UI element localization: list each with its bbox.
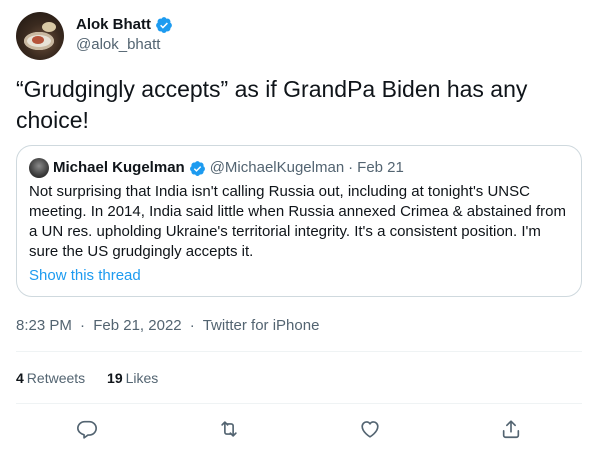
quoted-author-display-name: Michael Kugelman bbox=[53, 159, 185, 176]
author-handle[interactable]: @alok_bhatt bbox=[76, 35, 173, 55]
likes-count: 19 bbox=[107, 370, 123, 386]
verified-badge-icon bbox=[189, 160, 205, 176]
verified-badge-icon bbox=[156, 17, 172, 33]
tweet-date[interactable]: Feb 21, 2022 bbox=[93, 317, 181, 334]
quoted-author-avatar bbox=[29, 158, 49, 178]
show-thread-link[interactable]: Show this thread bbox=[29, 266, 141, 286]
author-display-name[interactable]: Alok Bhatt bbox=[76, 15, 151, 35]
separator-dot: · bbox=[348, 159, 354, 176]
tweet-source[interactable]: Twitter for iPhone bbox=[203, 317, 320, 334]
separator-dot: · bbox=[189, 317, 195, 334]
tweet-stats: 4 Retweets 19 Likes bbox=[16, 368, 176, 388]
quoted-tweet-header: Michael Kugelman @MichaelKugelman · Feb … bbox=[29, 158, 404, 178]
quoted-tweet-date: Feb 21 bbox=[357, 159, 404, 176]
quoted-tweet-text: Not surprising that India isn't calling … bbox=[29, 183, 566, 260]
quoted-tweet[interactable]: Michael Kugelman @MichaelKugelman · Feb … bbox=[16, 145, 582, 297]
author-display-name-row[interactable]: Alok Bhatt bbox=[76, 15, 173, 35]
reply-button[interactable] bbox=[74, 416, 100, 442]
like-icon bbox=[361, 421, 379, 438]
separator-dot: · bbox=[80, 317, 86, 334]
retweets-label: Retweets bbox=[26, 370, 86, 386]
quoted-author-handle: @MichaelKugelman bbox=[209, 159, 345, 176]
retweet-icon bbox=[221, 421, 237, 437]
like-button[interactable] bbox=[357, 416, 383, 442]
retweets-count: 4 bbox=[16, 370, 24, 386]
reply-icon bbox=[77, 420, 97, 439]
tweet-metadata: 8:23 PM · Feb 21, 2022 · Twitter for iPh… bbox=[16, 316, 319, 336]
divider bbox=[16, 403, 582, 404]
likes-stat[interactable]: 19 Likes bbox=[107, 368, 158, 388]
action-bar bbox=[16, 412, 582, 446]
retweets-stat[interactable]: 4 Retweets bbox=[16, 368, 85, 388]
author-avatar[interactable] bbox=[16, 12, 64, 60]
tweet-header: Alok Bhatt @alok_bhatt bbox=[16, 12, 582, 62]
divider bbox=[16, 351, 582, 352]
tweet-text: “Grudgingly accepts” as if GrandPa Biden… bbox=[16, 76, 528, 133]
share-icon bbox=[502, 420, 520, 439]
share-button[interactable] bbox=[498, 416, 524, 442]
likes-label: Likes bbox=[125, 370, 159, 386]
author-name-block: Alok Bhatt @alok_bhatt bbox=[76, 15, 173, 55]
tweet-time[interactable]: 8:23 PM bbox=[16, 317, 72, 334]
retweet-button[interactable] bbox=[216, 416, 242, 442]
